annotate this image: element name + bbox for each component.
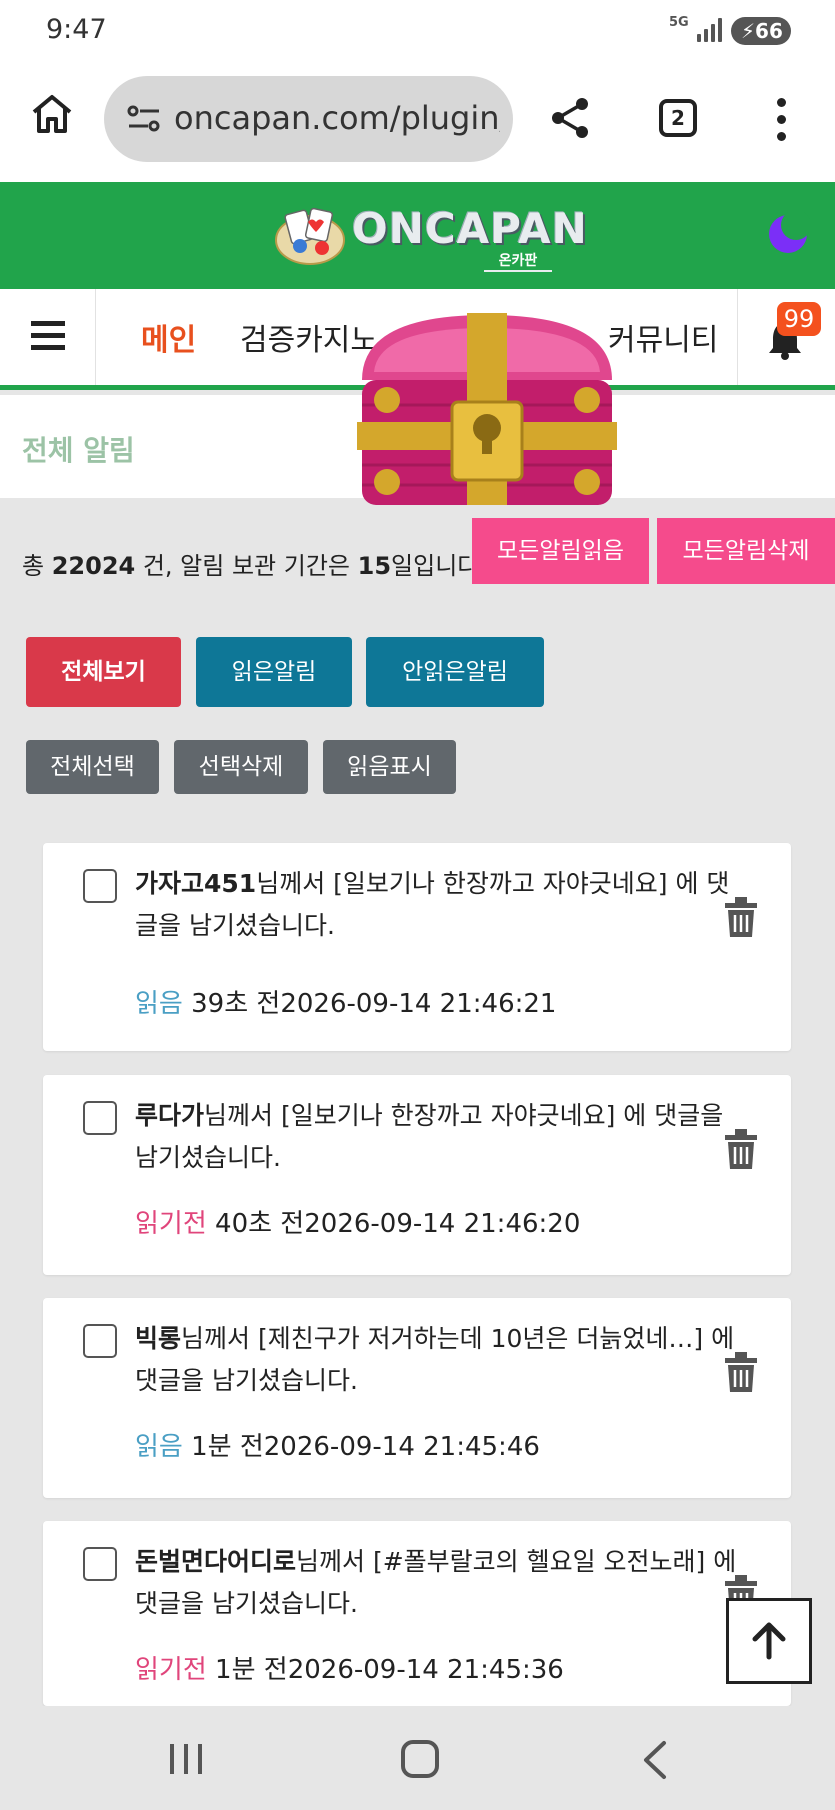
notification-card[interactable]: 가자고451님께서 [일보기나 한장까고 자야긋네요] 에 댓글을 남기셨습니다… <box>43 843 791 1051</box>
site-header: ONCAPAN 온카판 <box>0 182 835 289</box>
delete-selected-button[interactable]: 선택삭제 <box>174 740 308 794</box>
notification-checkbox[interactable] <box>83 1101 117 1135</box>
notification-user: 돈벌면다어디로 <box>135 1547 297 1576</box>
notification-card[interactable]: 돈벌면다어디로님께서 [#폴부랄코의 헬요일 오전노래] 에 댓글을 남기셨습니… <box>43 1521 791 1706</box>
battery-level: 66 <box>755 19 783 43</box>
system-nav-bar <box>0 1706 835 1810</box>
address-bar[interactable]: oncapan.com/plugin/ <box>104 76 513 162</box>
notification-checkbox[interactable] <box>83 869 117 903</box>
share-icon[interactable] <box>548 96 592 140</box>
page-title: 전체 알림 <box>22 434 135 467</box>
status-label: 읽음 <box>135 989 183 1019</box>
notification-card[interactable]: 루다가님께서 [일보기나 한장까고 자야긋네요] 에 댓글을 남기셨습니다. 읽… <box>43 1075 791 1275</box>
dark-mode-moon-icon[interactable] <box>766 212 810 256</box>
network-5g-icon: 5G <box>669 15 689 30</box>
status-label: 읽기전 <box>135 1209 207 1239</box>
unread-filter-button[interactable]: 안읽은알림 <box>366 637 544 707</box>
more-options-icon[interactable] <box>770 98 794 142</box>
trash-icon[interactable] <box>723 896 759 938</box>
nav-divider <box>737 289 738 385</box>
tab-switcher-button[interactable]: 2 <box>659 99 697 137</box>
notification-message[interactable]: 돈벌면다어디로님께서 [#폴부랄코의 헬요일 오전노래] 에 댓글을 남기셨습니… <box>135 1541 747 1625</box>
total-count: 22024 <box>51 552 136 580</box>
notification-message[interactable]: 루다가님께서 [일보기나 한장까고 자야긋네요] 에 댓글을 남기셨습니다. <box>135 1095 747 1179</box>
notification-message[interactable]: 가자고451님께서 [일보기나 한장까고 자야긋네요] 에 댓글을 남기셨습니다… <box>135 863 747 947</box>
view-all-button[interactable]: 전체보기 <box>26 637 181 707</box>
retention-days: 15 <box>357 552 392 580</box>
notification-user: 가자고451 <box>135 869 257 898</box>
notification-checkbox[interactable] <box>83 1324 117 1358</box>
read-all-button[interactable]: 모든알림읽음 <box>472 518 649 584</box>
notification-summary: 총 22024 건, 알림 보관 기간은 15일입니다. <box>22 552 487 580</box>
battery-icon: ⚡66 <box>731 17 791 45</box>
delete-all-button[interactable]: 모든알림삭제 <box>657 518 835 584</box>
recent-apps-icon[interactable] <box>170 1744 204 1774</box>
signal-icon <box>697 18 725 42</box>
logo-subtitle: 온카판 <box>484 250 552 272</box>
notification-checkbox[interactable] <box>83 1547 117 1581</box>
trash-icon[interactable] <box>723 1351 759 1393</box>
site-logo[interactable]: ONCAPAN 온카판 <box>274 202 587 272</box>
arrow-up-icon <box>752 1622 786 1660</box>
notification-card[interactable]: 빅롱님께서 [제친구가 저거하는데 10년은 더늙었네…] 에 댓글을 남기셨습… <box>43 1298 791 1498</box>
nav-item-community[interactable]: 커뮤니티 <box>608 315 718 359</box>
trash-icon[interactable] <box>723 1128 759 1170</box>
home-icon[interactable] <box>30 92 74 136</box>
notification-meta: 읽음 39초 전2026-09-14 21:46:21 <box>135 989 557 1019</box>
nav-item-main[interactable]: 메인 <box>141 315 196 359</box>
clock: 9:47 <box>46 14 107 45</box>
select-all-button[interactable]: 전체선택 <box>26 740 159 794</box>
logo-text: ONCAPAN <box>352 204 588 253</box>
mark-read-button[interactable]: 읽음표시 <box>323 740 456 794</box>
back-icon[interactable] <box>640 1740 670 1780</box>
status-label: 읽기전 <box>135 1655 207 1685</box>
site-settings-icon[interactable] <box>126 104 162 134</box>
notification-meta: 읽음 1분 전2026-09-14 21:45:46 <box>135 1432 540 1462</box>
scroll-to-top-button[interactable] <box>726 1598 812 1684</box>
notification-message[interactable]: 빅롱님께서 [제친구가 저거하는데 10년은 더늙었네…] 에 댓글을 남기셨습… <box>135 1318 747 1402</box>
notification-meta: 읽기전 40초 전2026-09-14 21:46:20 <box>135 1209 581 1239</box>
notification-user: 루다가 <box>135 1101 205 1130</box>
home-button-icon[interactable] <box>401 1740 439 1778</box>
notification-user: 빅롱 <box>135 1324 182 1353</box>
browser-toolbar: oncapan.com/plugin/ 2 <box>0 62 835 182</box>
url-text[interactable]: oncapan.com/plugin/ <box>174 98 500 138</box>
treasure-chest-icon[interactable] <box>352 310 622 510</box>
status-bar: 9:47 5G ⚡66 <box>0 0 835 62</box>
read-filter-button[interactable]: 읽은알림 <box>196 637 352 707</box>
hamburger-menu-icon[interactable] <box>0 289 96 385</box>
status-label: 읽음 <box>135 1432 183 1462</box>
logo-cards-icon <box>275 207 345 265</box>
notification-count-badge: 99 <box>777 302 821 336</box>
notification-meta: 읽기전 1분 전2026-09-14 21:45:36 <box>135 1655 564 1685</box>
